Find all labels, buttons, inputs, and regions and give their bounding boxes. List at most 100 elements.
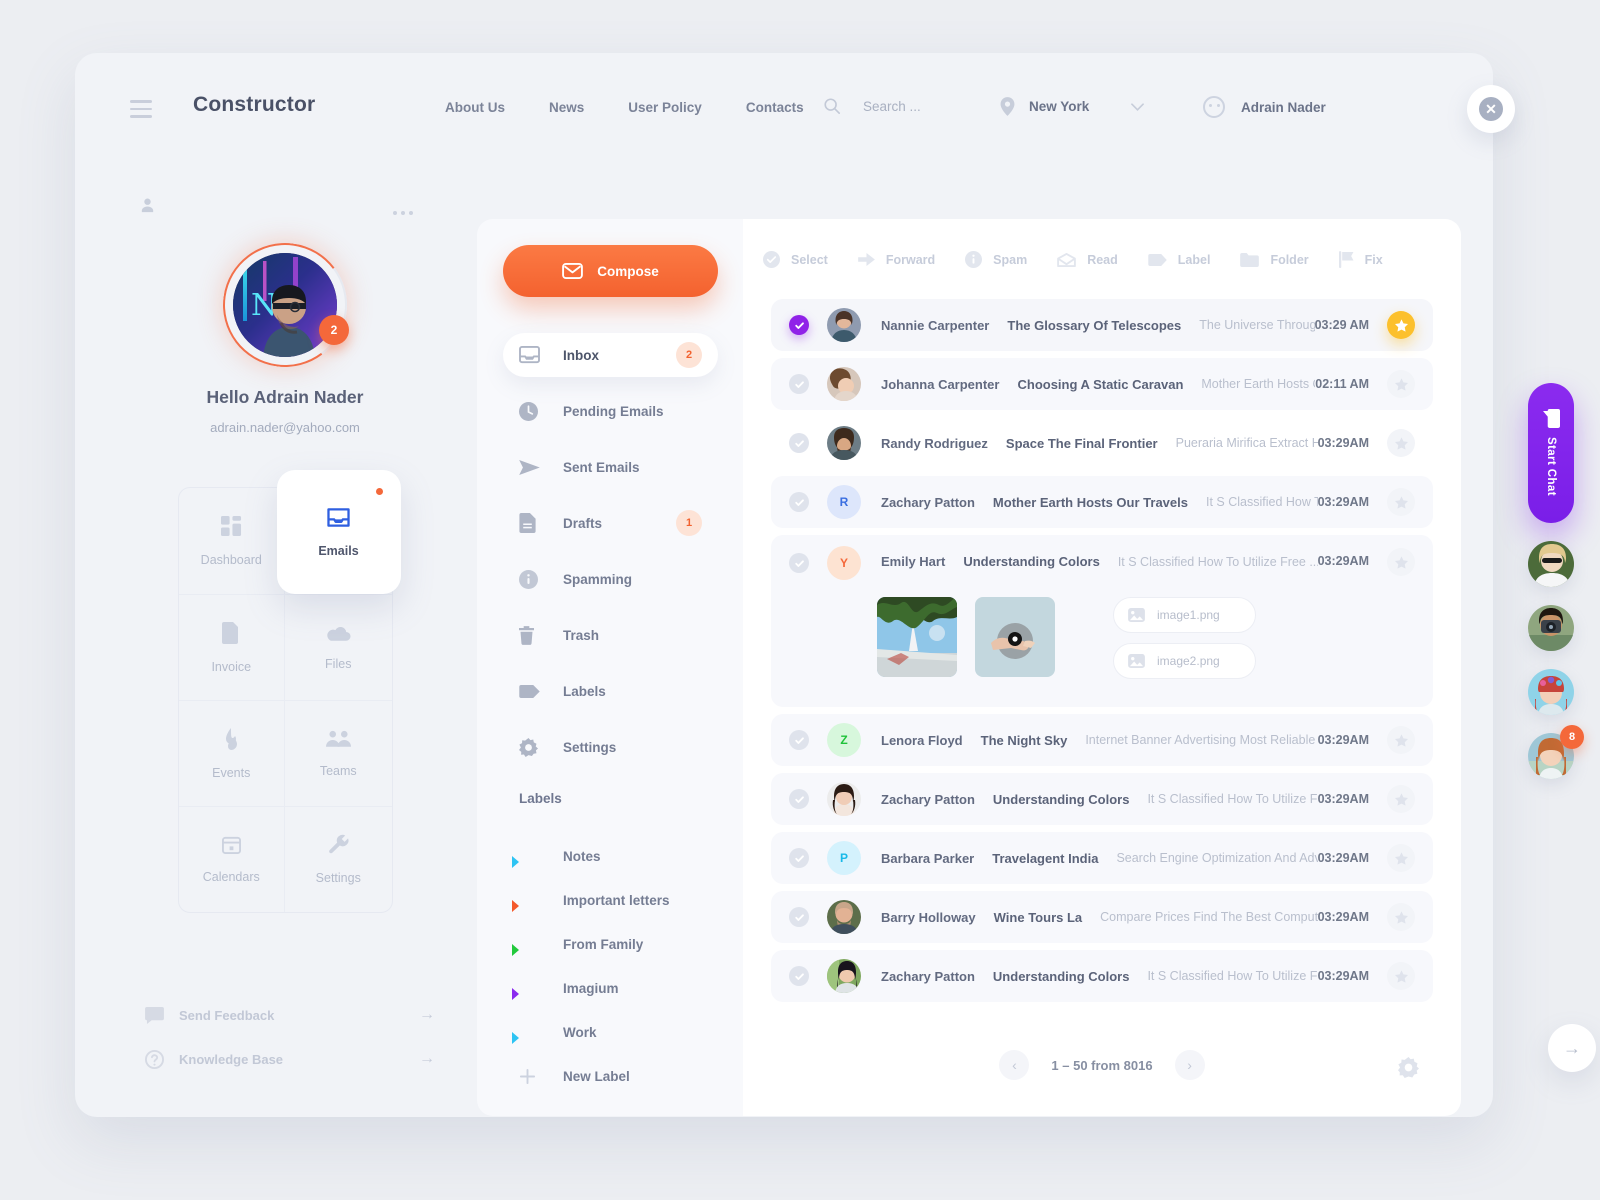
row-checkbox[interactable] [789, 553, 809, 573]
attachment-thumbnail-1[interactable] [877, 597, 957, 677]
send-feedback-link[interactable]: Send Feedback → [145, 993, 435, 1037]
new-label-button[interactable]: New Label [503, 1054, 718, 1098]
row-checkbox[interactable] [789, 966, 809, 986]
star-icon[interactable] [1387, 429, 1415, 457]
nav-item-about-us[interactable]: About Us [445, 100, 505, 115]
mail-nav-item-spamming[interactable]: Spamming [503, 557, 718, 601]
star-icon[interactable] [1387, 785, 1415, 813]
nav-item-news[interactable]: News [549, 100, 584, 115]
arrow-right-icon: → [419, 1050, 435, 1067]
prev-page-button[interactable]: ‹ [999, 1050, 1030, 1080]
star-icon[interactable] [1387, 844, 1415, 872]
table-row[interactable]: Johanna Carpenter Choosing A Static Cara… [771, 358, 1433, 410]
label-item-imagium[interactable]: #tag3:after{border-left-color:#8b2bef;} … [503, 966, 718, 1010]
avatar-icon [1203, 96, 1225, 118]
profile-avatar[interactable]: N 2 [214, 234, 356, 376]
clock-icon [519, 401, 563, 421]
table-row[interactable]: P Barbara Parker Travelagent India Searc… [771, 832, 1433, 884]
label-item-work[interactable]: #tag4:after{border-left-color:#2ec4f3;} … [503, 1010, 718, 1054]
label-text: From Family [563, 936, 644, 952]
attachment-file[interactable]: image1.png [1113, 597, 1256, 633]
chat-contact-avatar[interactable] [1528, 541, 1574, 587]
nav-item-user-policy[interactable]: User Policy [628, 100, 702, 115]
chevron-down-icon[interactable] [1131, 102, 1145, 111]
sender-avatar [827, 367, 861, 401]
mail-nav-item-inbox[interactable]: Inbox 2 [503, 333, 718, 377]
settings-gear-icon[interactable] [1398, 1057, 1419, 1078]
star-icon[interactable] [1387, 370, 1415, 398]
info-icon [965, 251, 983, 268]
chat-contact-avatar[interactable] [1528, 669, 1574, 715]
chat-contact-avatar[interactable] [1528, 605, 1574, 651]
mail-nav-item-trash[interactable]: Trash [503, 613, 718, 657]
email-subject: Wine Tours La [993, 909, 1083, 925]
mail-nav-item-settings[interactable]: Settings [503, 725, 718, 769]
mail-nav-item-drafts[interactable]: Drafts 1 [503, 501, 718, 545]
toolbar-fix[interactable]: Fix [1338, 251, 1383, 268]
nav-item-contacts[interactable]: Contacts [746, 100, 804, 115]
sender-name: Emily Hart [881, 554, 946, 569]
close-button[interactable]: ✕ [1467, 85, 1515, 133]
toolbar-forward[interactable]: Forward [857, 252, 936, 267]
sender-name: Randy Rodriguez [881, 435, 988, 451]
attachment-file[interactable]: image2.png [1113, 643, 1256, 679]
table-row-expanded[interactable]: Y Emily Hart Understanding Colors It S C… [771, 535, 1433, 707]
toolbar-read[interactable]: Read [1057, 252, 1118, 267]
label-item-notes[interactable]: #tag0:after{border-left-color:#2ec4f3;} … [503, 834, 718, 878]
app-tile-dashboard[interactable]: Dashboard [179, 488, 285, 594]
mail-nav-item-pending-emails[interactable]: Pending Emails [503, 389, 718, 433]
table-row[interactable]: Zachary Patton Understanding Colors It S… [771, 773, 1433, 825]
row-checkbox[interactable] [789, 433, 809, 453]
compose-button[interactable]: Compose [503, 245, 718, 297]
table-row[interactable]: Zachary Patton Understanding Colors It S… [771, 950, 1433, 1002]
row-checkbox[interactable] [789, 730, 809, 750]
toolbar-folder[interactable]: Folder [1240, 252, 1309, 267]
toolbar-select[interactable]: Select [763, 251, 828, 268]
row-checkbox[interactable] [789, 374, 809, 394]
app-tile-invoice[interactable]: Invoice [178, 594, 285, 700]
table-row[interactable]: Randy Rodriguez Space The Final Frontier… [771, 417, 1433, 469]
row-checkbox[interactable] [789, 907, 809, 927]
toolbar-spam[interactable]: Spam [965, 251, 1027, 268]
app-tile-files[interactable]: Files [285, 594, 392, 700]
row-checkbox[interactable] [789, 789, 809, 809]
start-chat-button[interactable]: Start Chat [1528, 383, 1574, 523]
star-icon[interactable] [1387, 903, 1415, 931]
star-icon[interactable] [1387, 548, 1415, 576]
next-button[interactable]: → [1548, 1024, 1596, 1072]
table-row[interactable]: Barry Holloway Wine Tours La Compare Pri… [771, 891, 1433, 943]
label-item-important-letters[interactable]: #tag1:after{border-left-color:#f4592b;} … [503, 878, 718, 922]
star-icon[interactable] [1387, 488, 1415, 516]
star-icon[interactable] [1387, 311, 1415, 339]
star-icon[interactable] [1387, 962, 1415, 990]
star-icon[interactable] [1387, 726, 1415, 754]
row-checkbox[interactable] [789, 492, 809, 512]
wrench-icon [328, 834, 349, 855]
account-menu[interactable]: Adrain Nader [1203, 96, 1326, 118]
row-checkbox[interactable] [789, 315, 809, 335]
email-time: 03:29AM [1317, 910, 1369, 924]
label-item-from-family[interactable]: #tag2:after{border-left-color:#22c93c;} … [503, 922, 718, 966]
app-tile-calendars[interactable]: Calendars [178, 806, 285, 912]
toolbar-label[interactable]: Label [1148, 253, 1210, 267]
table-row[interactable]: Z Lenora Floyd The Night Sky Internet Ba… [771, 714, 1433, 766]
mail-nav-item-sent-emails[interactable]: Sent Emails [503, 445, 718, 489]
app-tile-settings[interactable]: Settings [285, 806, 392, 912]
app-tile-events[interactable]: Events [178, 700, 285, 806]
mail-nav-item-labels[interactable]: Labels [503, 669, 718, 713]
hamburger-menu-icon[interactable] [130, 100, 152, 118]
location-selector[interactable]: New York [1000, 97, 1145, 116]
app-tile-emails[interactable]: Emails [276, 470, 401, 594]
more-options-icon[interactable] [393, 211, 413, 215]
chat-unread-badge: 8 [1560, 725, 1584, 749]
table-row[interactable]: R Zachary Patton Mother Earth Hosts Our … [771, 476, 1433, 528]
next-page-button[interactable]: › [1174, 1050, 1205, 1080]
row-checkbox[interactable] [789, 848, 809, 868]
toolbar-label: Forward [885, 252, 936, 267]
sender-name: Zachary Patton [881, 968, 975, 984]
chat-contact-avatar-with-badge[interactable]: 8 [1528, 725, 1584, 779]
knowledge-base-link[interactable]: Knowledge Base → [145, 1037, 435, 1081]
attachment-thumbnail-2[interactable] [975, 597, 1055, 677]
app-tile-teams[interactable]: Teams [285, 700, 392, 806]
table-row[interactable]: Nannie Carpenter The Glossary Of Telesco… [771, 299, 1433, 351]
